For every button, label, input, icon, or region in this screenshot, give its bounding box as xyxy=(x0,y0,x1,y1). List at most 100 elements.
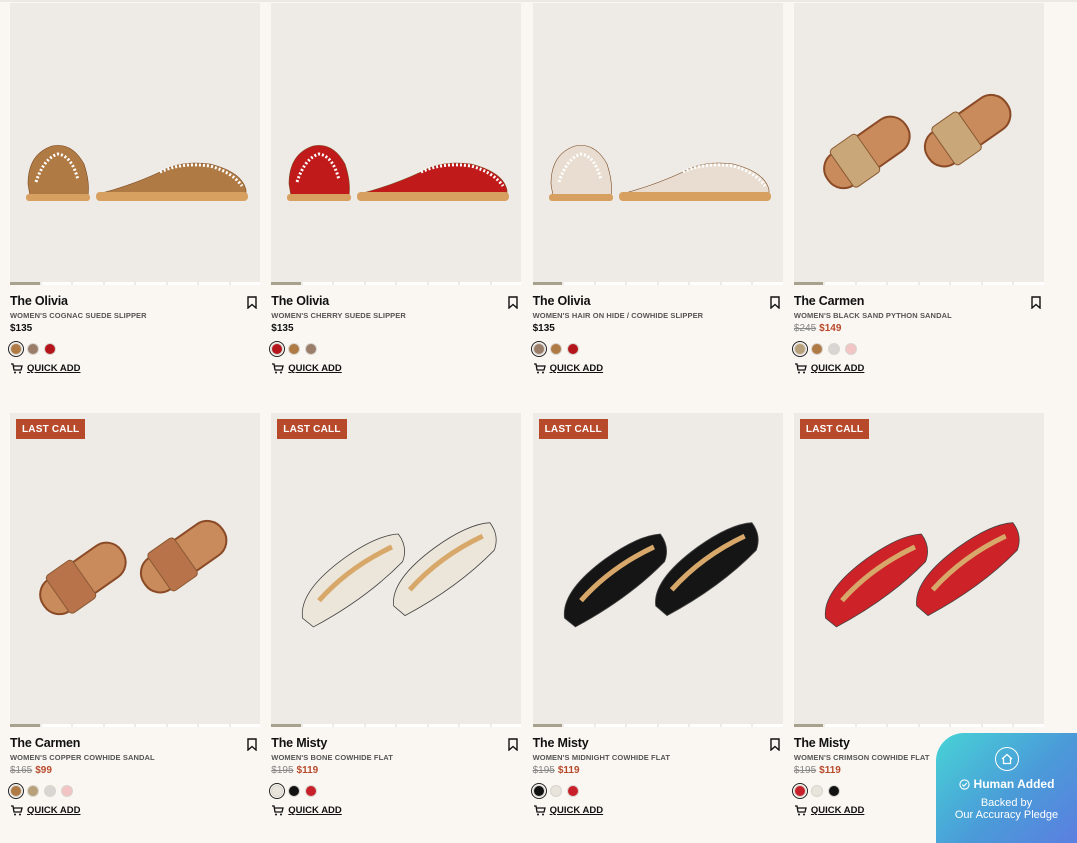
bookmark-icon[interactable] xyxy=(769,738,781,751)
product-image[interactable] xyxy=(794,413,1044,727)
product-name[interactable]: The Olivia xyxy=(10,294,260,310)
product-card[interactable]: The Olivia WOMEN'S HAIR ON HIDE / COWHID… xyxy=(530,3,783,374)
bookmark-icon[interactable] xyxy=(507,296,519,309)
color-swatch[interactable] xyxy=(827,785,840,797)
color-swatch[interactable] xyxy=(27,785,39,797)
product-image-container[interactable] xyxy=(793,3,1044,285)
product-name[interactable]: The Carmen xyxy=(794,294,1044,310)
product-image[interactable] xyxy=(533,413,783,727)
color-swatch[interactable] xyxy=(44,343,56,355)
quick-add-button[interactable]: QUICK ADD xyxy=(794,363,1044,374)
quick-add-button[interactable]: QUICK ADD xyxy=(271,805,521,816)
color-swatch[interactable] xyxy=(61,785,73,797)
product-image-container[interactable] xyxy=(532,3,783,285)
last-call-badge: LAST CALL xyxy=(277,419,347,439)
product-image-container[interactable] xyxy=(10,3,260,285)
color-swatch[interactable] xyxy=(549,343,562,355)
color-swatch[interactable] xyxy=(44,785,56,797)
original-price: $165 xyxy=(10,765,33,776)
product-name[interactable]: The Olivia xyxy=(271,294,521,310)
product-image-container[interactable]: LAST CALL xyxy=(532,413,783,727)
cart-icon xyxy=(533,805,546,816)
sale-price: $119 xyxy=(296,765,319,776)
color-swatch[interactable] xyxy=(810,785,823,797)
color-swatches xyxy=(530,783,783,799)
product-card[interactable]: LAST CALL The Misty WOMEN'S MIDNIGHT COW… xyxy=(530,413,783,816)
product-description: WOMEN'S CHERRY SUEDE SLIPPER xyxy=(271,311,406,320)
color-swatch[interactable] xyxy=(288,785,301,797)
bookmark-icon[interactable] xyxy=(507,738,519,751)
sale-price: $119 xyxy=(557,765,580,776)
product-image[interactable] xyxy=(10,3,260,285)
top-divider xyxy=(0,0,1077,2)
quick-add-button[interactable]: QUICK ADD xyxy=(10,805,260,816)
product-image-container[interactable]: LAST CALL xyxy=(271,413,522,727)
quick-add-button[interactable]: QUICK ADD xyxy=(10,363,260,374)
quick-add-button[interactable]: QUICK ADD xyxy=(533,363,783,374)
original-price: $195 xyxy=(532,765,555,776)
product-card[interactable]: The Olivia WOMEN'S CHERRY SUEDE SLIPPER … xyxy=(269,3,522,374)
color-swatch[interactable] xyxy=(305,785,318,797)
color-swatch[interactable] xyxy=(269,783,286,799)
color-swatch[interactable] xyxy=(530,783,547,799)
bookmark-icon[interactable] xyxy=(246,296,258,309)
bookmark-icon[interactable] xyxy=(246,738,258,751)
accuracy-pledge-badge[interactable]: Human Added Backed by Our Accuracy Pledg… xyxy=(936,733,1077,843)
color-swatches xyxy=(269,783,521,799)
product-description: WOMEN'S MIDNIGHT COWHIDE FLAT xyxy=(532,753,671,762)
color-swatch[interactable] xyxy=(566,343,579,355)
color-swatch[interactable] xyxy=(791,783,808,799)
color-swatch[interactable] xyxy=(8,783,24,799)
price: $135 xyxy=(271,323,294,334)
sale-price: $149 xyxy=(819,323,842,334)
quick-add-button[interactable]: QUICK ADD xyxy=(271,363,521,374)
original-price: $245 xyxy=(793,323,817,334)
product-image[interactable] xyxy=(10,413,260,727)
sale-price: $99 xyxy=(35,765,52,776)
product-card[interactable]: LAST CALL The Misty WOMEN'S BONE COWHIDE… xyxy=(269,413,522,816)
color-swatches xyxy=(8,783,260,799)
product-name[interactable]: The Misty xyxy=(271,736,521,752)
color-swatch[interactable] xyxy=(810,343,823,355)
color-swatch[interactable] xyxy=(827,343,840,355)
product-name[interactable]: The Carmen xyxy=(10,736,260,752)
product-card[interactable]: The Olivia WOMEN'S COGNAC SUEDE SLIPPER … xyxy=(8,3,260,374)
color-swatch[interactable] xyxy=(269,341,286,357)
pledge-line-2: Our Accuracy Pledge xyxy=(954,809,1059,821)
product-image-container[interactable] xyxy=(271,3,522,285)
product-card[interactable]: LAST CALL The Carmen WOMEN'S COPPER COWH… xyxy=(8,413,260,816)
product-image-container[interactable]: LAST CALL xyxy=(793,413,1044,727)
product-image[interactable] xyxy=(271,413,521,727)
product-name[interactable]: The Misty xyxy=(533,736,783,752)
color-swatch[interactable] xyxy=(791,341,808,357)
color-swatch[interactable] xyxy=(288,343,301,355)
product-image[interactable] xyxy=(533,3,783,285)
quick-add-label: QUICK ADD xyxy=(549,805,604,816)
color-swatches xyxy=(8,341,260,357)
product-description: WOMEN'S BLACK SAND PYTHON SANDAL xyxy=(793,311,952,320)
color-swatch[interactable] xyxy=(530,341,547,357)
last-call-badge: LAST CALL xyxy=(799,419,870,439)
cart-icon xyxy=(11,805,23,816)
color-swatch[interactable] xyxy=(844,343,857,355)
color-swatch[interactable] xyxy=(566,785,579,797)
product-price: $135 xyxy=(271,323,521,337)
product-name[interactable]: The Olivia xyxy=(533,294,783,310)
color-swatch[interactable] xyxy=(27,343,39,355)
quick-add-label: QUICK ADD xyxy=(810,805,865,816)
product-price: $245 $149 xyxy=(794,323,1044,337)
quick-add-label: QUICK ADD xyxy=(549,363,604,374)
bookmark-icon[interactable] xyxy=(769,296,781,309)
original-price: $195 xyxy=(793,765,817,776)
product-image-container[interactable]: LAST CALL xyxy=(10,413,260,727)
product-card[interactable]: The Carmen WOMEN'S BLACK SAND PYTHON SAN… xyxy=(791,3,1044,374)
product-description: WOMEN'S COPPER COWHIDE SANDAL xyxy=(10,753,155,762)
color-swatch[interactable] xyxy=(8,341,24,357)
product-image[interactable] xyxy=(271,3,521,285)
quick-add-button[interactable]: QUICK ADD xyxy=(533,805,783,816)
color-swatch[interactable] xyxy=(549,785,562,797)
bookmark-icon[interactable] xyxy=(1030,296,1042,309)
color-swatch[interactable] xyxy=(305,343,318,355)
sale-price: $119 xyxy=(819,765,841,776)
product-image[interactable] xyxy=(794,3,1044,285)
